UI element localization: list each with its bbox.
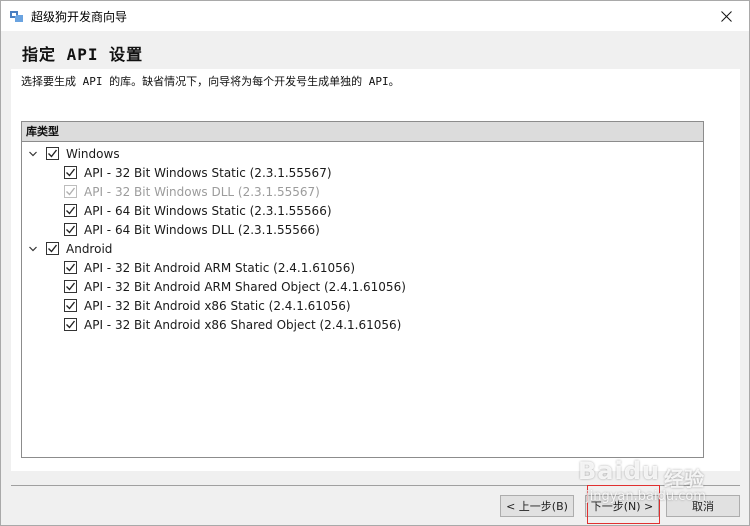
tree-item[interactable]: API - 32 Bit Android ARM Shared Object (… [22,277,703,296]
item-label: API - 32 Bit Android x86 Shared Object (… [84,317,402,332]
item-label: API - 64 Bit Windows Static (2.3.1.55566… [84,203,332,218]
tree-item[interactable]: API - 32 Bit Android ARM Static (2.4.1.6… [22,258,703,277]
tree-group-0[interactable]: Windows [22,144,703,163]
chevron-down-icon[interactable] [26,242,40,256]
tree-item[interactable]: API - 64 Bit Windows DLL (2.3.1.55566) [22,220,703,239]
item-label: API - 32 Bit Windows DLL (2.3.1.55567) [84,184,320,199]
tree-item[interactable]: API - 32 Bit Windows Static (2.3.1.55567… [22,163,703,182]
chevron-down-icon[interactable] [26,147,40,161]
back-button[interactable]: < 上一步(B) [500,495,574,517]
tree-body: Windows API - 32 Bit Windows Static (2.3.… [22,144,703,334]
window-title: 超级狗开发商向导 [31,10,128,24]
app-icon [9,8,25,24]
close-icon [720,10,732,22]
tree-item[interactable]: API - 32 Bit Android x86 Static (2.4.1.6… [22,296,703,315]
tree-item: API - 32 Bit Windows DLL (2.3.1.55567) [22,182,703,201]
annotation-highlight-box [587,485,660,524]
tree-column-header: 库类型 [22,122,703,142]
item-label: API - 32 Bit Android ARM Static (2.4.1.6… [84,260,356,275]
close-button[interactable] [703,1,749,31]
header-area: 指定 API 设置 选择要生成 API 的库。缺省情况下，向导将为每个开发号生成… [11,31,740,95]
item-label: API - 32 Bit Windows Static (2.3.1.55567… [84,165,332,180]
library-tree: 库类型 Windows API - 32 Bit Windows Static (… [21,121,704,458]
item-label: API - 64 Bit Windows DLL (2.3.1.55566) [84,222,320,237]
tree-item[interactable]: API - 32 Bit Android x86 Shared Object (… [22,315,703,334]
item-label: API - 32 Bit Android ARM Shared Object (… [84,279,406,294]
item-checkbox[interactable] [64,280,77,293]
group-label: Android [66,241,113,256]
item-checkbox[interactable] [64,261,77,274]
group-checkbox[interactable] [46,242,59,255]
title-bar: 超级狗开发商向导 [1,1,749,31]
page-title: 指定 API 设置 [22,45,144,64]
wizard-window: 超级狗开发商向导 指定 API 设置 选择要生成 API 的库。缺省情况下，向导… [0,0,750,526]
item-label: API - 32 Bit Android x86 Static (2.4.1.6… [84,298,351,313]
item-checkbox [64,185,77,198]
tree-item[interactable]: API - 64 Bit Windows Static (2.3.1.55566… [22,201,703,220]
tree-group-1[interactable]: Android [22,239,703,258]
item-checkbox[interactable] [64,223,77,236]
page-description: 选择要生成 API 的库。缺省情况下，向导将为每个开发号生成单独的 API。 [11,69,740,95]
content-panel: 库类型 Windows API - 32 Bit Windows Static (… [11,95,740,471]
item-checkbox[interactable] [64,166,77,179]
item-checkbox[interactable] [64,318,77,331]
item-checkbox[interactable] [64,299,77,312]
cancel-button[interactable]: 取消 [666,495,740,517]
item-checkbox[interactable] [64,204,77,217]
group-label: Windows [66,146,120,161]
group-checkbox[interactable] [46,147,59,160]
